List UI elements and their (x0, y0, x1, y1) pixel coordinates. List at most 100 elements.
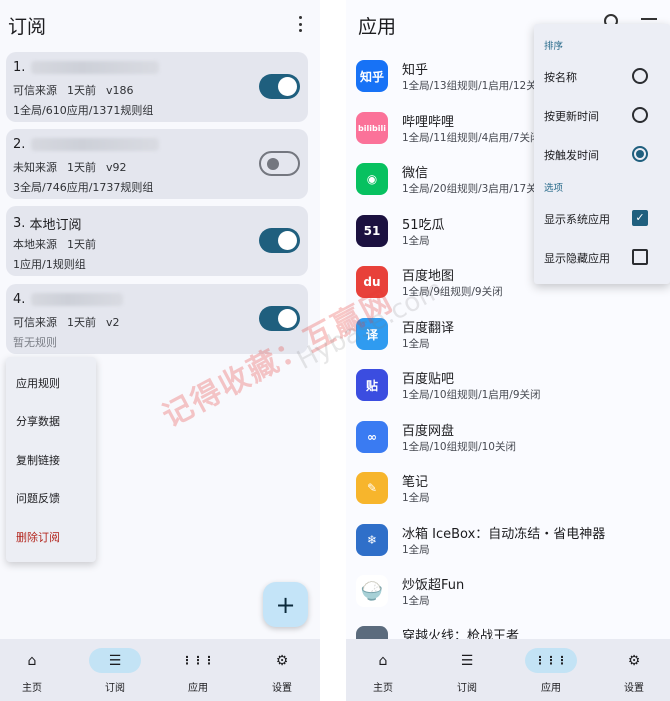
app-rule-summary: 1全局/9组规则/9关闭 (402, 286, 503, 298)
nav-apps[interactable]: ⋮⋮⋮ 应用 (170, 648, 226, 694)
nav-apps[interactable]: ⋮⋮⋮ 应用 (523, 648, 579, 694)
subscription-toggle[interactable] (259, 151, 300, 176)
menu-feedback[interactable]: 问题反馈 (16, 490, 60, 506)
subscription-name: 3. 本地订阅 (13, 216, 82, 233)
sort-heading: 排序 (544, 41, 564, 52)
sort-by-trigger-label[interactable]: 按触发时间 (544, 147, 599, 163)
app-rule-summary: 1全局/20组规则/3启用/17关闭 (402, 183, 548, 195)
subscription-summary: 1全局/610应用/1371规则组 (13, 104, 154, 117)
app-name: 百度贴吧 (402, 372, 455, 387)
app-list-item[interactable]: ❄ 冰箱 IceBox：自动冻结・省电神器 1全局 (356, 520, 666, 560)
app-name: 百度网盘 (402, 424, 455, 439)
icebox-icon: ❄ (356, 524, 388, 556)
app-list-item[interactable]: 译百度翻译 1全局 (356, 314, 666, 354)
show-hidden-apps-checkbox[interactable] (632, 249, 648, 265)
subscription-meta: 本地来源 1天前 (13, 238, 96, 251)
bottom-navigation: ⌂ 主页 ☰ 订阅 ⋮⋮⋮ 应用 ⚙ 设置 (0, 639, 320, 701)
subscription-name: 2. (13, 137, 160, 152)
wechat-icon: ◉ (356, 163, 388, 195)
subscription-name: 4. (13, 292, 124, 307)
nav-home[interactable]: ⌂ 主页 (4, 648, 60, 695)
show-system-apps-label[interactable]: 显示系统应用 (544, 211, 610, 227)
app-name: 51吃瓜 (402, 218, 445, 233)
options-heading: 选项 (544, 183, 564, 194)
baidu-tieba-icon: 贴 (356, 369, 388, 401)
bilibili-icon: bilibili (356, 112, 388, 144)
subscription-card-3[interactable]: 3. 本地订阅 本地来源 1天前 1应用/1规则组 (6, 206, 308, 276)
list-icon: ☰ (108, 652, 122, 669)
subscription-toggle[interactable] (259, 74, 300, 99)
home-icon: ⌂ (27, 652, 37, 669)
subscription-toggle[interactable] (259, 228, 300, 253)
menu-copy-link[interactable]: 复制链接 (16, 452, 60, 468)
sort-by-trigger-radio[interactable] (632, 146, 648, 162)
app-rule-summary: 1全局 (402, 338, 430, 350)
baidu-netdisk-icon: ∞ (356, 421, 388, 453)
51chigua-icon: 51 (356, 215, 388, 247)
page-title: 应用 (358, 16, 397, 38)
app-rule-summary: 1全局 (402, 544, 430, 556)
sort-by-name-label[interactable]: 按名称 (544, 69, 577, 85)
app-name: 知乎 (402, 63, 429, 78)
app-rule-summary: 1全局 (402, 492, 430, 504)
home-icon: ⌂ (378, 652, 388, 669)
app-rule-summary: 1全局/10组规则/10关闭 (402, 441, 516, 453)
app-rule-summary: 1全局/10组规则/1启用/9关闭 (402, 389, 541, 401)
bottom-navigation: ⌂ 主页 ☰ 订阅 ⋮⋮⋮ 应用 ⚙ 设置 (346, 639, 670, 701)
app-name: 百度地图 (402, 269, 455, 284)
app-rule-summary: 1全局 (402, 595, 430, 607)
app-rule-summary: 1全局 (402, 235, 430, 247)
app-list-item[interactable]: 贴百度贴吧 1全局/10组规则/1启用/9关闭 (356, 365, 666, 405)
subscriptions-screen: 订阅 1. 可信来源 1天前 v186 1全局/610应用/1371规则组 2. 未… (0, 0, 320, 701)
show-system-apps-checkbox[interactable]: ✓ (632, 210, 648, 226)
list-icon: ☰ (460, 652, 474, 669)
nav-settings[interactable]: ⚙ 设置 (606, 648, 662, 695)
app-list-item[interactable]: 🍚 炒饭超Fun 1全局 (356, 571, 666, 611)
app-list-item[interactable]: ✎ 笔记 1全局 (356, 468, 666, 508)
app-name: 炒饭超Fun (402, 578, 465, 593)
app-name: 笔记 (402, 475, 429, 490)
sort-by-update-radio[interactable] (632, 107, 648, 123)
subscription-meta: 可信来源 1天前 v2 (13, 316, 120, 329)
subscription-meta: 未知来源 1天前 v92 (13, 161, 127, 174)
gear-icon: ⚙ (275, 652, 289, 669)
sort-by-name-radio[interactable] (632, 68, 648, 84)
subscription-name: 1. (13, 60, 160, 75)
nav-settings[interactable]: ⚙ 设置 (254, 648, 310, 695)
zhihu-icon: 知乎 (356, 60, 388, 92)
baidu-translate-icon: 译 (356, 318, 388, 350)
subscription-toggle[interactable] (259, 306, 300, 331)
menu-delete-subscription[interactable]: 删除订阅 (16, 529, 60, 545)
subscription-summary: 1应用/1规则组 (13, 258, 86, 271)
sort-icon[interactable] (641, 18, 657, 20)
subscription-summary: 暂无规则 (13, 336, 57, 349)
menu-share-data[interactable]: 分享数据 (16, 413, 60, 429)
show-hidden-apps-label[interactable]: 显示隐藏应用 (544, 250, 610, 266)
subscription-card-4[interactable]: 4. 可信来源 1天前 v2 暂无规则 (6, 284, 308, 354)
notes-icon: ✎ (356, 472, 388, 504)
add-subscription-button[interactable]: + (263, 582, 308, 627)
app-name: 微信 (402, 166, 429, 181)
subscription-context-menu: 应用规则 分享数据 复制链接 问题反馈 删除订阅 (6, 357, 96, 562)
app-name: 哔哩哔哩 (402, 115, 455, 130)
nav-subscriptions[interactable]: ☰ 订阅 (87, 648, 143, 694)
redacted-name (31, 293, 124, 306)
subscription-card-1[interactable]: 1. 可信来源 1天前 v186 1全局/610应用/1371规则组 (6, 52, 308, 122)
app-rule-summary: 1全局/13组规则/1启用/12关闭 (402, 80, 548, 92)
subscription-meta: 可信来源 1天前 v186 (13, 84, 134, 97)
redacted-name (31, 138, 160, 151)
nav-subscriptions[interactable]: ☰ 订阅 (439, 648, 495, 695)
subscription-card-2[interactable]: 2. 未知来源 1天前 v92 3全局/746应用/1737规则组 (6, 129, 308, 199)
more-options-icon[interactable] (294, 15, 306, 33)
gear-icon: ⚙ (627, 652, 641, 669)
menu-apply-rules[interactable]: 应用规则 (16, 375, 60, 391)
app-list-item[interactable]: ∞ 百度网盘 1全局/10组规则/10关闭 (356, 417, 666, 457)
nav-home[interactable]: ⌂ 主页 (355, 648, 411, 695)
redacted-name (31, 61, 160, 74)
subscription-summary: 3全局/746应用/1737规则组 (13, 181, 154, 194)
baidu-map-icon: du (356, 266, 388, 298)
sort-by-update-label[interactable]: 按更新时间 (544, 108, 599, 124)
grid-icon: ⋮⋮⋮ (181, 654, 215, 667)
grid-icon: ⋮⋮⋮ (534, 654, 568, 667)
app-name: 百度翻译 (402, 321, 455, 336)
